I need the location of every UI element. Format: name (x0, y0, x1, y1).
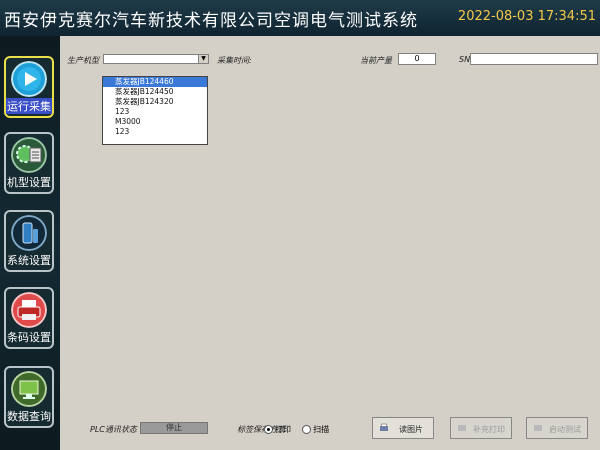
play-icon (11, 61, 47, 97)
dropdown-option[interactable]: 蒸发器JB124320 (103, 97, 207, 107)
model-label: 生产机型 (67, 56, 99, 65)
sidebar-item-label: 条码设置 (7, 331, 51, 344)
output-count-field: 0 (398, 53, 436, 65)
plc-status-indicator: 停止 (140, 422, 208, 434)
sidebar-item-model-settings[interactable]: 机型设置 (4, 132, 54, 194)
read-image-button-label: 读图片 (399, 425, 423, 434)
dropdown-option[interactable]: 蒸发器JB124460 (103, 77, 207, 87)
dropdown-option[interactable]: 123 (103, 107, 207, 117)
sidebar-item-barcode-settings[interactable]: 条码设置 (4, 287, 54, 349)
sidebar-item-run-collect[interactable]: 运行采集 (4, 56, 54, 118)
model-dropdown-list: 蒸发器JB124460 蒸发器JB124450 蒸发器JB124320 123 … (102, 76, 208, 145)
dropdown-option[interactable]: 蒸发器JB124450 (103, 87, 207, 97)
title-bar: 西安伊克赛尔汽车新技术有限公司空调电气测试系统 2022-08-03 17:34… (0, 0, 600, 36)
app-title: 西安伊克赛尔汽车新技术有限公司空调电气测试系统 (4, 11, 418, 31)
output-label: 当前产量 (360, 56, 392, 65)
plc-status-label: PLC通讯状态 (90, 425, 137, 434)
radio-print[interactable] (264, 425, 273, 434)
gear-document-icon (11, 137, 47, 173)
save-mode-radio-group: 打印 扫描 (264, 424, 329, 435)
print-icon (458, 425, 466, 431)
sidebar-item-label: 运行采集 (6, 98, 52, 114)
dropdown-option[interactable]: M3000 (103, 117, 207, 127)
data-monitor-icon (11, 371, 47, 407)
collect-time-label: 采集时间: (217, 56, 252, 65)
sn-label: SN (459, 55, 471, 64)
start-test-button-label: 启动测试 (549, 425, 581, 434)
radio-print-label: 打印 (275, 425, 291, 434)
model-combobox[interactable]: ▼ (103, 54, 209, 64)
sn-field[interactable] (470, 53, 598, 65)
radio-scan-label: 扫描 (313, 425, 330, 434)
start-icon (534, 425, 542, 431)
reprint-button-label: 补充打印 (473, 425, 505, 434)
read-image-button[interactable]: 读图片 (372, 417, 434, 439)
datetime-display: 2022-08-03 17:34:51 (457, 9, 596, 24)
start-test-button[interactable]: 启动测试 (526, 417, 588, 439)
sidebar-item-system-settings[interactable]: 系统设置 (4, 210, 54, 272)
printer-icon (380, 423, 388, 431)
reprint-button[interactable]: 补充打印 (450, 417, 512, 439)
radio-scan[interactable] (302, 425, 312, 434)
printer-icon (11, 292, 47, 328)
sidebar-item-label: 数据查询 (7, 410, 51, 423)
system-device-icon (11, 215, 47, 251)
chevron-down-icon[interactable]: ▼ (198, 55, 208, 63)
dropdown-option[interactable]: 123 (103, 127, 207, 137)
sidebar: 运行采集 机型设置 系统设置 条码设置 数据查询 (0, 36, 60, 450)
sidebar-item-label: 机型设置 (7, 176, 51, 189)
sidebar-item-label: 系统设置 (7, 254, 51, 267)
sidebar-item-data-query[interactable]: 数据查询 (4, 366, 54, 428)
